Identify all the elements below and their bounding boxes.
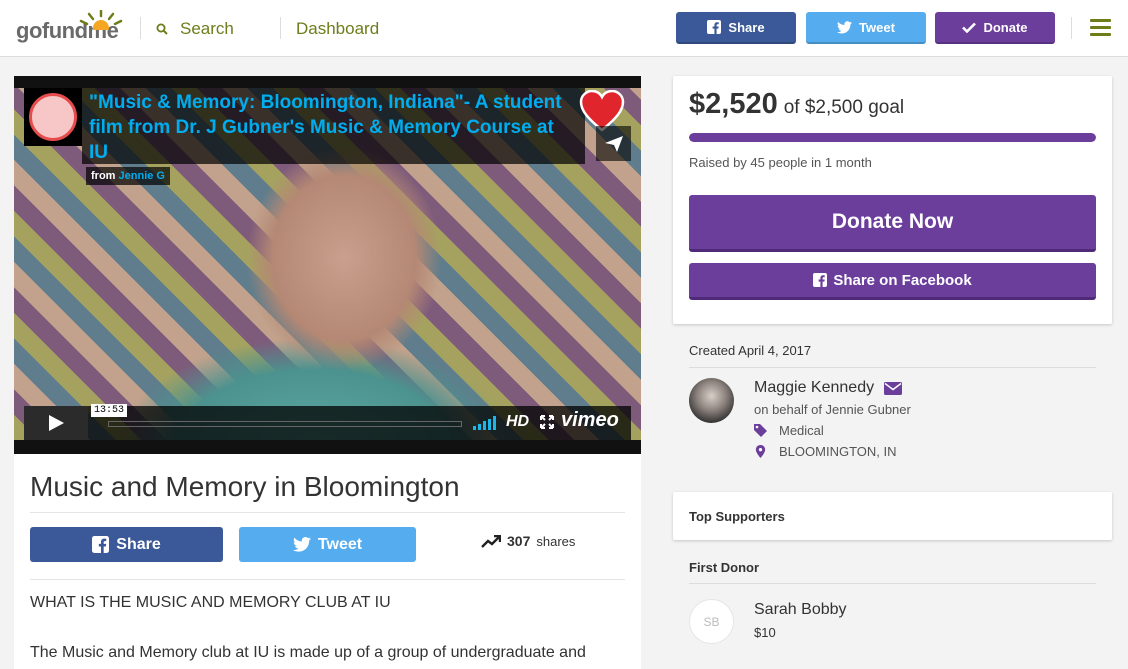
header-divider: [1071, 17, 1072, 39]
divider: [689, 583, 1096, 584]
donor-amount: $10: [754, 625, 776, 640]
share-count: 307 shares: [481, 533, 575, 549]
location-row: BLOOMINGTON, IN: [754, 444, 897, 459]
campaign-title: Music and Memory in Bloomington: [30, 471, 460, 502]
search-icon: [156, 23, 168, 35]
donor-name: Sarah Bobby: [754, 601, 847, 618]
goal-text: of $2,500 goal: [783, 97, 905, 118]
header-tweet-button[interactable]: Tweet: [806, 12, 926, 44]
video-controls: 13:53 HD vimeo: [24, 404, 631, 440]
first-donor-heading: First Donor: [689, 560, 760, 575]
donation-card: $2,520 of $2,500 goal Raised by 45 peopl…: [673, 76, 1112, 324]
story-text: The Music and Memory club at IU is made …: [30, 644, 586, 661]
story-heading: WHAT IS THE MUSIC AND MEMORY CLUB AT IU: [30, 594, 391, 611]
video-from-name[interactable]: Jennie G: [119, 170, 165, 182]
raised-by-text: Raised by 45 people in 1 month: [689, 155, 872, 170]
organizer-name-row: Maggie Kennedy: [754, 379, 903, 397]
tweet-button[interactable]: Tweet: [239, 527, 416, 562]
video-byline: from Jennie G: [86, 167, 170, 185]
vimeo-logo[interactable]: vimeo: [561, 409, 619, 432]
location-label[interactable]: BLOOMINGTON, IN: [779, 444, 897, 459]
sun-icon: [79, 10, 123, 30]
share-label: Share: [116, 535, 161, 553]
map-marker-icon: [755, 445, 766, 458]
video-progress-bar[interactable]: [108, 421, 462, 427]
header-tweet-label: Tweet: [859, 19, 895, 35]
play-button[interactable]: [24, 406, 88, 440]
organizer-name: Maggie Kennedy: [754, 379, 875, 396]
share-on-facebook-button[interactable]: Share on Facebook: [689, 263, 1096, 300]
twitter-icon: [837, 20, 853, 33]
gofundme-logo[interactable]: gofundme: [16, 10, 124, 44]
header-divider: [280, 17, 281, 39]
top-supporters-heading: Top Supporters: [689, 509, 785, 524]
check-icon: [962, 22, 977, 33]
share-facebook-button[interactable]: Share: [30, 527, 223, 562]
logo-go: go: [16, 18, 42, 43]
funding-progress-bar: [689, 133, 1096, 142]
shares-label: shares: [536, 533, 576, 549]
search-label: Search: [180, 19, 234, 38]
raised-amount: $2,520: [689, 88, 778, 120]
video-author-avatar[interactable]: [24, 88, 82, 146]
trending-up-icon: [481, 534, 501, 548]
video-from-label: from: [91, 170, 116, 182]
progress-fill: [689, 133, 1096, 142]
category-label[interactable]: Medical: [779, 423, 824, 438]
tweet-label: Tweet: [317, 535, 363, 553]
facebook-icon: [813, 273, 828, 287]
shares-number: 307: [507, 533, 531, 549]
video-title[interactable]: "Music & Memory: Bloomington, Indiana"- …: [89, 90, 569, 165]
envelope-icon[interactable]: [884, 381, 903, 395]
play-icon: [49, 415, 64, 431]
top-header: gofundme Search Dashboard Share Tweet Do…: [0, 0, 1128, 57]
top-supporters-card: Top Supporters: [673, 492, 1112, 540]
divider: [689, 367, 1096, 368]
header-donate-label: Donate: [983, 19, 1028, 35]
donate-now-button[interactable]: Donate Now: [689, 195, 1096, 252]
header-divider: [140, 17, 141, 39]
fullscreen-icon[interactable]: [540, 415, 554, 429]
facebook-icon: [707, 20, 722, 34]
header-share-label: Share: [728, 19, 765, 35]
facebook-icon: [92, 536, 110, 553]
category-row: Medical: [754, 423, 824, 438]
volume-icon[interactable]: [473, 416, 497, 430]
hd-toggle[interactable]: HD: [506, 413, 529, 431]
amount-raised: $2,520 of $2,500 goal: [689, 88, 904, 121]
video-player[interactable]: "Music & Memory: Bloomington, Indiana"- …: [14, 76, 641, 454]
donor-avatar: SB: [689, 599, 734, 644]
hamburger-menu-icon[interactable]: [1090, 19, 1111, 40]
send-icon: [604, 135, 623, 152]
campaign-main: "Music & Memory: Bloomington, Indiana"- …: [14, 76, 641, 669]
search-link[interactable]: Search: [156, 19, 234, 39]
organizer-behalf: on behalf of Jennie Gubner: [754, 402, 911, 417]
header-donate-button[interactable]: Donate: [935, 12, 1055, 44]
divider: [30, 579, 625, 580]
video-share-button[interactable]: [596, 126, 631, 161]
organizer-avatar[interactable]: [689, 378, 734, 423]
tag-icon: [754, 424, 767, 437]
header-share-button[interactable]: Share: [676, 12, 796, 44]
twitter-icon: [292, 537, 311, 552]
video-duration: 13:53: [91, 404, 128, 417]
divider: [30, 512, 625, 513]
share-on-facebook-label: Share on Facebook: [833, 271, 972, 289]
created-date: Created April 4, 2017: [689, 343, 812, 358]
dashboard-link[interactable]: Dashboard: [296, 19, 379, 39]
